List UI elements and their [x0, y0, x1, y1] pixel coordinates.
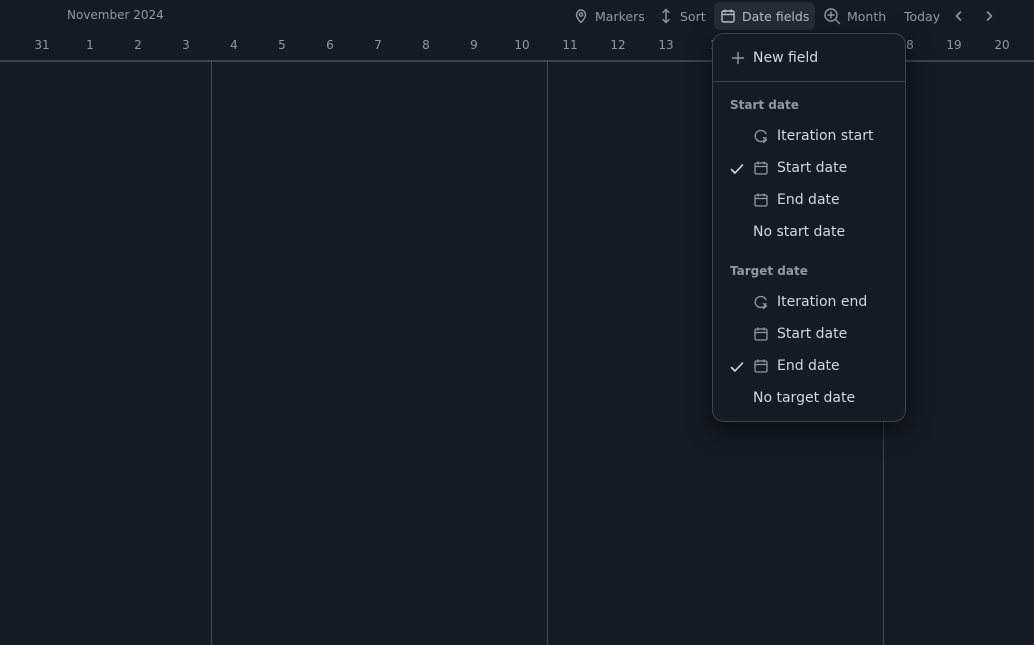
menu-item-label: Start date — [777, 326, 848, 342]
day-label: 31 — [34, 38, 50, 52]
date-fields-menu: New field Start date Iteration start Sta… — [712, 33, 906, 422]
sort-button[interactable]: Sort — [652, 2, 712, 30]
menu-item-label: No start date — [753, 224, 846, 240]
roadmap-view: November 2024 Markers Sort Date fields M… — [0, 0, 1034, 645]
target-iteration-end-item[interactable]: Iteration end — [713, 286, 905, 318]
no-target-date-item[interactable]: No target date — [713, 382, 905, 414]
calendar-icon — [753, 160, 769, 176]
menu-item-label: End date — [777, 358, 840, 374]
chevron-left-icon — [952, 9, 966, 23]
day-label: 4 — [230, 38, 238, 52]
start-date-group-title: Start date — [730, 98, 799, 112]
zoom-label: Month — [847, 8, 887, 24]
start-start-date-item[interactable]: Start date — [713, 152, 905, 184]
day-label: 2 — [134, 38, 142, 52]
target-end-date-item[interactable]: End date — [713, 350, 905, 382]
menu-divider — [713, 81, 905, 82]
previous-button[interactable] — [948, 2, 970, 30]
sort-arrows-icon — [658, 8, 674, 24]
menu-item-label: Start date — [777, 160, 848, 176]
calendar-icon — [753, 326, 769, 342]
markers-label: Markers — [595, 8, 645, 24]
toolbar: Markers Sort Date fields Month Today — [0, 2, 1034, 30]
zoom-in-icon — [823, 7, 841, 25]
day-label: 0 — [0, 36, 10, 54]
zoom-month-button[interactable]: Month — [817, 2, 892, 30]
start-iteration-start-item[interactable]: Iteration start — [713, 120, 905, 152]
day-label: 13 — [658, 38, 674, 52]
day-label: 20 — [994, 38, 1010, 52]
new-field-label: New field — [753, 50, 819, 66]
next-button[interactable] — [978, 2, 1000, 30]
today-button[interactable]: Today — [898, 2, 946, 30]
menu-item-label: Iteration end — [777, 294, 868, 310]
iteration-icon — [753, 128, 769, 144]
iteration-icon — [753, 294, 769, 310]
menu-item-label: No target date — [753, 390, 856, 406]
week-gridline — [547, 62, 548, 645]
day-label: 1 — [86, 38, 94, 52]
new-field-item[interactable]: New field — [713, 42, 905, 74]
day-label: 11 — [562, 38, 578, 52]
calendar-icon — [753, 192, 769, 208]
date-fields-button[interactable]: Date fields — [714, 2, 816, 30]
calendar-icon — [753, 358, 769, 374]
day-label: 10 — [514, 38, 530, 52]
today-label: Today — [904, 8, 941, 24]
day-label: 8 — [422, 38, 430, 52]
day-label: 6 — [326, 38, 334, 52]
chevron-right-icon — [982, 9, 996, 23]
calendar-icon — [720, 8, 736, 24]
day-label: 5 — [278, 38, 286, 52]
day-label: 19 — [946, 38, 962, 52]
target-date-group-title: Target date — [730, 264, 808, 278]
location-pin-icon — [573, 8, 589, 24]
day-label: 3 — [182, 38, 190, 52]
start-end-date-item[interactable]: End date — [713, 184, 905, 216]
week-gridline — [211, 62, 212, 645]
check-icon — [729, 359, 745, 375]
date-fields-label: Date fields — [742, 8, 810, 24]
day-label: 7 — [374, 38, 382, 52]
menu-item-label: Iteration start — [777, 128, 874, 144]
plus-icon — [730, 50, 746, 66]
sort-label: Sort — [680, 8, 706, 24]
no-start-date-item[interactable]: No start date — [713, 216, 905, 248]
day-label: 12 — [610, 38, 626, 52]
menu-item-label: End date — [777, 192, 840, 208]
check-icon — [729, 161, 745, 177]
day-label: 9 — [470, 38, 478, 52]
target-start-date-item[interactable]: Start date — [713, 318, 905, 350]
markers-button[interactable]: Markers — [567, 2, 651, 30]
